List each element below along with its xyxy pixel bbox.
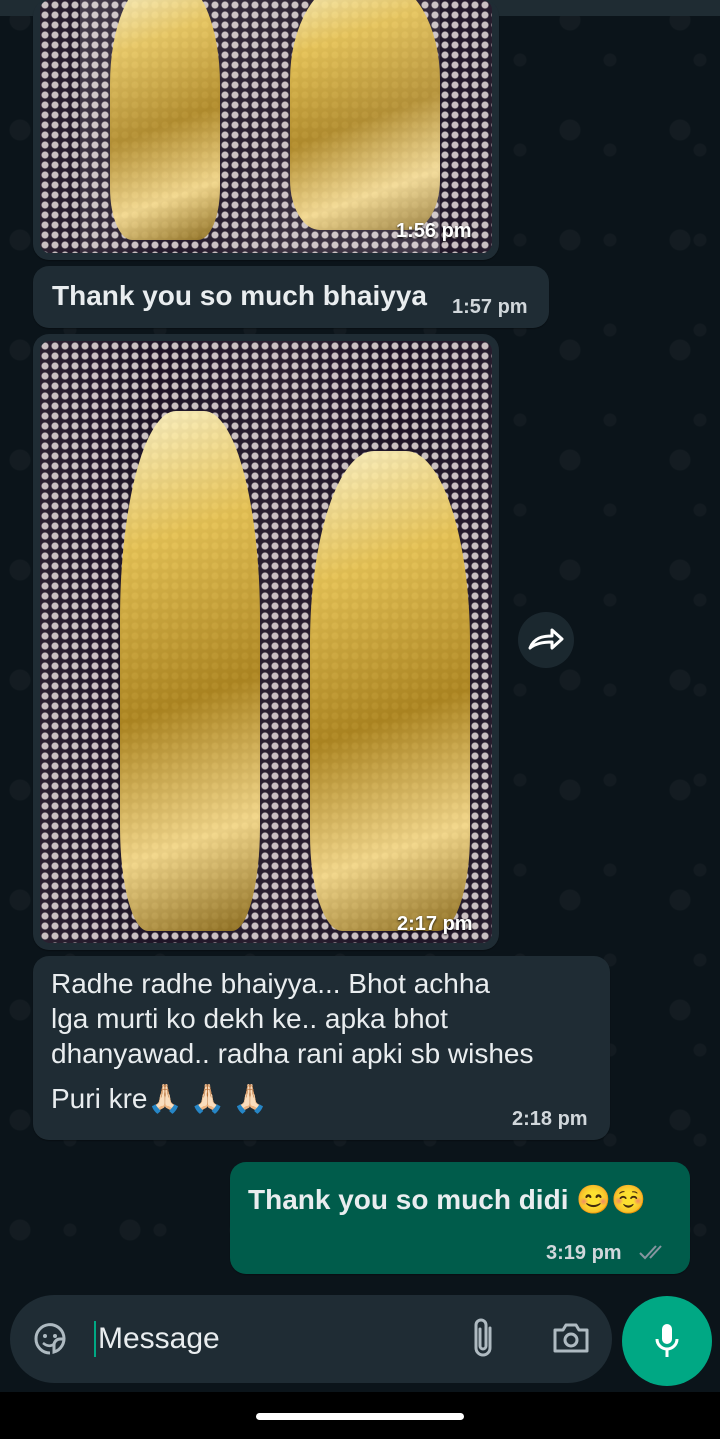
plastic-wrap [80, 0, 440, 253]
message-line-4: Puri kre🙏🏻 🙏🏻 🙏🏻 [51, 1083, 268, 1114]
forward-button[interactable] [518, 612, 574, 668]
attach-button[interactable] [460, 1315, 506, 1361]
message-time: 2:18 pm [512, 1108, 588, 1130]
message-time: 1:56 pm [396, 220, 472, 242]
sticker-icon [34, 1323, 66, 1355]
message-line-3: dhanyawad.. radha rani apki sb wishes [51, 1038, 534, 1069]
camera-button[interactable] [548, 1315, 594, 1361]
image-message-1[interactable]: 1:56 pm [33, 0, 499, 260]
message-line-1: Radhe radhe bhaiyya... Bhot achha [51, 968, 490, 999]
message-time: 2:17 pm [397, 913, 473, 935]
message-time: 3:19 pm [546, 1242, 622, 1264]
mic-icon [655, 1324, 679, 1357]
home-gesture-bar[interactable] [256, 1413, 464, 1420]
message-text: Thank you so much didi 😊☺️ [248, 1184, 646, 1215]
message-input[interactable]: Message [94, 1321, 220, 1357]
murti-photo-wrapped[interactable]: 1:56 pm [40, 0, 492, 253]
message-time: 1:57 pm [452, 296, 528, 318]
image-message-3[interactable]: 2:17 pm [33, 334, 499, 950]
sticker-button[interactable] [28, 1317, 72, 1361]
message-composer[interactable]: Message [10, 1295, 612, 1383]
krishna-statue [120, 411, 260, 931]
paperclip-icon [474, 1318, 492, 1357]
double-check-icon [639, 1245, 662, 1260]
text-message-4[interactable]: Radhe radhe bhaiyya... Bhot achha lga mu… [33, 956, 610, 1140]
radha-krishna-photo[interactable]: 2:17 pm [40, 341, 492, 943]
message-text: Thank you so much bhaiyya [52, 280, 427, 311]
camera-icon [553, 1323, 589, 1353]
forward-icon [528, 628, 564, 650]
voice-record-button[interactable] [622, 1296, 712, 1386]
message-line-2: lga murti ko dekh ke.. apka bhot [51, 1003, 448, 1034]
system-nav-bar [0, 1392, 720, 1439]
radha-statue [310, 451, 470, 931]
text-message-2[interactable]: Thank you so much bhaiyya 1:57 pm [33, 266, 549, 328]
text-message-5-outgoing[interactable]: Thank you so much didi 😊☺️ 3:19 pm [230, 1162, 690, 1274]
